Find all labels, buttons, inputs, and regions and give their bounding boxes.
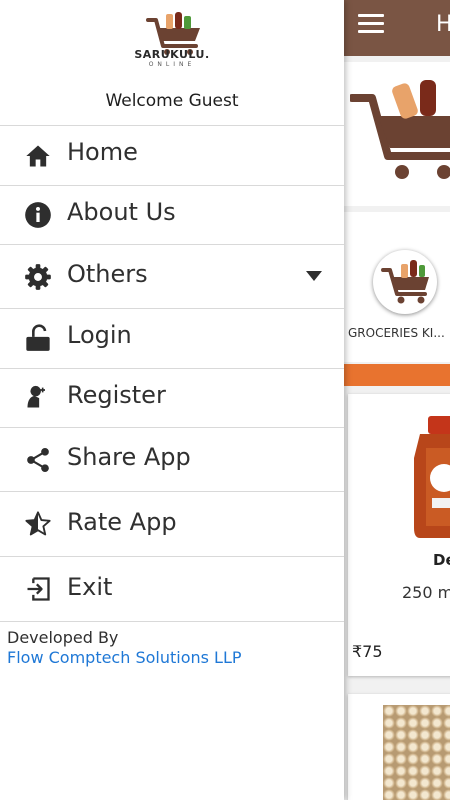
developed-by-label: Developed By bbox=[7, 628, 119, 647]
info-icon bbox=[25, 202, 51, 228]
groceries-category-icon[interactable] bbox=[373, 250, 437, 314]
product-quantity: 250 m bbox=[402, 583, 450, 602]
half-star-icon bbox=[25, 511, 51, 536]
brand-name: SARUKULU. bbox=[134, 48, 210, 61]
product-price: ₹75 bbox=[352, 642, 383, 661]
add-user-icon bbox=[27, 385, 45, 408]
menu-item-register[interactable]: Register bbox=[0, 369, 344, 428]
menu-item-share-app[interactable]: Share App bbox=[0, 428, 344, 492]
menu-item-login[interactable]: Login bbox=[0, 309, 344, 369]
menu-item-label: Home bbox=[67, 138, 138, 166]
exit-icon bbox=[27, 577, 50, 601]
developer-link[interactable]: Flow Comptech Solutions LLP bbox=[7, 648, 242, 667]
app-title: H bbox=[436, 12, 450, 37]
product-name: De bbox=[433, 551, 450, 569]
share-icon bbox=[27, 447, 49, 473]
drawer-header: SARUKULU. ONLINE Welcome Guest bbox=[0, 0, 344, 126]
menu-item-label: Others bbox=[67, 260, 148, 288]
promo-banner[interactable] bbox=[344, 62, 450, 206]
menu-item-label: Login bbox=[67, 321, 132, 349]
menu-item-label: Rate App bbox=[67, 508, 177, 536]
menu-item-label: Share App bbox=[67, 443, 191, 471]
category-label[interactable]: GROCERIES KI... bbox=[348, 326, 450, 340]
menu-item-exit[interactable]: Exit bbox=[0, 557, 344, 622]
navigation-drawer: SARUKULU. ONLINE Welcome Guest Home Abou… bbox=[0, 0, 344, 800]
menu-item-label: About Us bbox=[67, 198, 176, 226]
product-card[interactable] bbox=[348, 394, 450, 676]
menu-item-rate-app[interactable]: Rate App bbox=[0, 492, 344, 557]
menu-item-label: Register bbox=[67, 381, 166, 409]
menu-item-home[interactable]: Home bbox=[0, 126, 344, 186]
chevron-down-icon[interactable] bbox=[305, 270, 323, 282]
section-divider bbox=[344, 364, 450, 386]
menu-item-others[interactable]: Others bbox=[0, 245, 344, 309]
hamburger-menu-icon[interactable] bbox=[358, 14, 384, 34]
unlock-icon bbox=[26, 324, 50, 351]
menu-item-label: Exit bbox=[67, 573, 113, 601]
shopping-cart-banner-icon bbox=[350, 80, 450, 179]
home-icon bbox=[26, 145, 50, 167]
welcome-text: Welcome Guest bbox=[105, 91, 239, 111]
product-beans-image bbox=[383, 705, 450, 800]
gear-icon bbox=[25, 264, 51, 290]
product-bottle-image bbox=[414, 416, 450, 538]
brand-subtitle: ONLINE bbox=[148, 61, 196, 68]
menu-item-about-us[interactable]: About Us bbox=[0, 186, 344, 245]
